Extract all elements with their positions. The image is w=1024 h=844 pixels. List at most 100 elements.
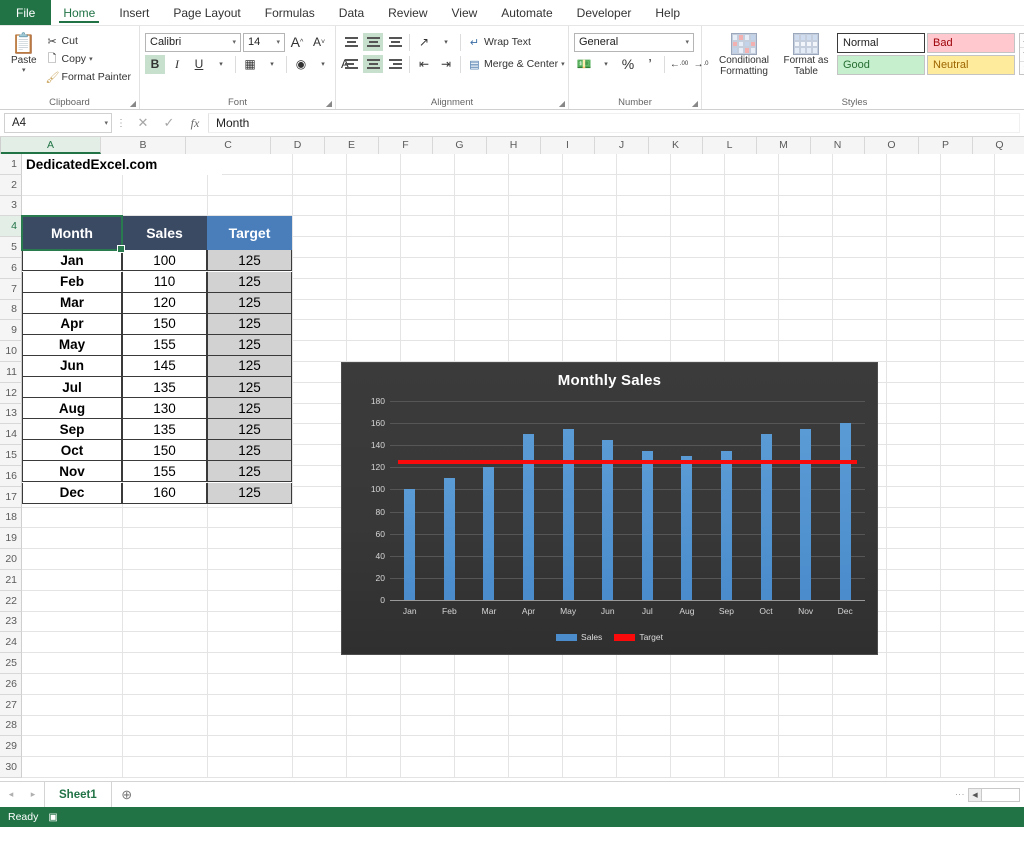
- decrease-indent-button[interactable]: ⇤: [414, 55, 434, 74]
- decrease-font-size-button[interactable]: A ˅: [309, 33, 329, 52]
- name-box[interactable]: A4 ▾: [4, 113, 112, 133]
- row-header-3[interactable]: 3: [0, 195, 22, 217]
- row-header-26[interactable]: 26: [0, 673, 22, 695]
- row-header-13[interactable]: 13: [0, 403, 22, 425]
- conditional-formatting-button[interactable]: Conditional Formatting: [713, 31, 775, 77]
- row-header-1[interactable]: 1: [0, 154, 22, 175]
- copy-button[interactable]: 🗋 Copy ▾: [43, 50, 134, 68]
- table-cell-sales-dec[interactable]: 160: [122, 482, 207, 504]
- chart-bar-may[interactable]: [562, 428, 574, 600]
- table-cell-target-jul[interactable]: 125: [207, 377, 292, 399]
- table-cell-sales-feb[interactable]: 110: [122, 271, 207, 293]
- column-header-C[interactable]: C: [186, 137, 271, 154]
- column-header-D[interactable]: D: [271, 137, 325, 154]
- horizontal-scrollbar[interactable]: ◀: [968, 787, 1020, 802]
- row-header-15[interactable]: 15: [0, 445, 22, 466]
- row-header-21[interactable]: 21: [0, 569, 22, 591]
- table-cell-month-sep[interactable]: Sep: [22, 419, 122, 441]
- align-middle-button[interactable]: [363, 33, 383, 51]
- clipboard-dialog-launcher-icon[interactable]: ◢: [130, 100, 136, 108]
- tab-data[interactable]: Data: [327, 0, 376, 25]
- accounting-format-icon[interactable]: 💵: [574, 55, 594, 74]
- cell-style-good[interactable]: Good: [837, 55, 925, 75]
- column-header-E[interactable]: E: [325, 137, 379, 154]
- column-header-J[interactable]: J: [595, 137, 649, 154]
- gallery-more-icon[interactable]: ▾: [1020, 62, 1024, 75]
- scroll-up-icon[interactable]: ▲: [1020, 34, 1024, 48]
- orientation-dropdown-icon[interactable]: ▾: [436, 33, 456, 52]
- increase-decimal-button[interactable]: ← .00: [669, 55, 689, 74]
- column-header-H[interactable]: H: [487, 137, 541, 154]
- row-header-14[interactable]: 14: [0, 424, 22, 446]
- row-header-8[interactable]: 8: [0, 299, 22, 321]
- row-header-5[interactable]: 5: [0, 237, 22, 258]
- table-cell-month-oct[interactable]: Oct: [22, 440, 122, 462]
- tab-home[interactable]: Home: [51, 0, 107, 25]
- table-cell-month-may[interactable]: May: [22, 334, 122, 356]
- row-header-27[interactable]: 27: [0, 694, 22, 716]
- row-header-16[interactable]: 16: [0, 465, 22, 487]
- tab-help[interactable]: Help: [643, 0, 692, 25]
- tab-file[interactable]: File: [0, 0, 52, 25]
- chart-bar-jul[interactable]: [641, 450, 653, 600]
- tab-automate[interactable]: Automate: [489, 0, 564, 25]
- alignment-dialog-launcher-icon[interactable]: ◢: [559, 100, 565, 108]
- chart-bar-nov[interactable]: [800, 428, 812, 600]
- tab-review[interactable]: Review: [376, 0, 439, 25]
- row-header-25[interactable]: 25: [0, 653, 22, 674]
- table-cell-month-jul[interactable]: Jul: [22, 377, 122, 399]
- align-right-button[interactable]: [385, 55, 405, 73]
- column-header-I[interactable]: I: [541, 137, 595, 154]
- chart-bar-jan[interactable]: [404, 489, 416, 600]
- table-cell-target-jun[interactable]: 125: [207, 355, 292, 377]
- row-header-7[interactable]: 7: [0, 278, 22, 300]
- select-all-corner[interactable]: [0, 137, 1, 154]
- row-header-6[interactable]: 6: [0, 257, 22, 279]
- table-cell-sales-may[interactable]: 155: [122, 334, 207, 356]
- orientation-icon[interactable]: ↗: [414, 33, 434, 52]
- row-header-4[interactable]: 4: [0, 216, 22, 238]
- formula-input[interactable]: Month: [208, 113, 1020, 133]
- column-header-M[interactable]: M: [757, 137, 811, 154]
- table-header-sales[interactable]: Sales: [122, 216, 207, 251]
- table-cell-sales-sep[interactable]: 135: [122, 419, 207, 441]
- table-cell-sales-nov[interactable]: 155: [122, 461, 207, 483]
- table-cell-target-may[interactable]: 125: [207, 334, 292, 356]
- tab-developer[interactable]: Developer: [565, 0, 644, 25]
- fill-color-dropdown-icon[interactable]: ▾: [313, 55, 333, 74]
- column-header-L[interactable]: L: [703, 137, 757, 154]
- table-cell-target-nov[interactable]: 125: [207, 461, 292, 483]
- cancel-edit-button[interactable]: ✕: [130, 115, 156, 131]
- accounting-dropdown-icon[interactable]: ▾: [596, 55, 616, 74]
- font-size-combo[interactable]: 14 ▾: [243, 32, 285, 52]
- column-header-F[interactable]: F: [379, 137, 433, 154]
- row-header-28[interactable]: 28: [0, 715, 22, 737]
- fill-color-icon[interactable]: ◉: [291, 55, 311, 74]
- table-cell-sales-jun[interactable]: 145: [122, 355, 207, 377]
- previous-sheet-icon[interactable]: ◂: [0, 782, 22, 807]
- table-cell-target-jan[interactable]: 125: [207, 250, 292, 272]
- next-sheet-icon[interactable]: ▸: [22, 782, 44, 807]
- row-header-2[interactable]: 2: [0, 174, 22, 196]
- row-header-20[interactable]: 20: [0, 549, 22, 570]
- cell-style-bad[interactable]: Bad: [927, 33, 1015, 53]
- insert-function-icon[interactable]: fx: [182, 116, 208, 131]
- table-cell-sales-jul[interactable]: 135: [122, 377, 207, 399]
- increase-font-size-button[interactable]: A ^: [287, 33, 307, 52]
- format-painter-button[interactable]: 🖌 Format Painter: [43, 68, 134, 86]
- column-header-B[interactable]: B: [101, 137, 186, 154]
- format-as-table-button[interactable]: Format as Table: [779, 31, 833, 77]
- table-cell-target-dec[interactable]: 125: [207, 482, 292, 504]
- row-header-10[interactable]: 10: [0, 341, 22, 362]
- comma-style-button[interactable]: ’: [640, 55, 660, 74]
- borders-icon[interactable]: ▦: [240, 55, 260, 74]
- table-cell-month-feb[interactable]: Feb: [22, 271, 122, 293]
- table-cell-month-jan[interactable]: Jan: [22, 250, 122, 272]
- number-format-combo[interactable]: General ▾: [574, 32, 694, 52]
- table-cell-sales-mar[interactable]: 120: [122, 292, 207, 314]
- table-cell-month-apr[interactable]: Apr: [22, 313, 122, 335]
- chart-bar-dec[interactable]: [839, 423, 851, 600]
- italic-button[interactable]: I: [167, 55, 187, 74]
- table-cell-month-nov[interactable]: Nov: [22, 461, 122, 483]
- table-cell-target-mar[interactable]: 125: [207, 292, 292, 314]
